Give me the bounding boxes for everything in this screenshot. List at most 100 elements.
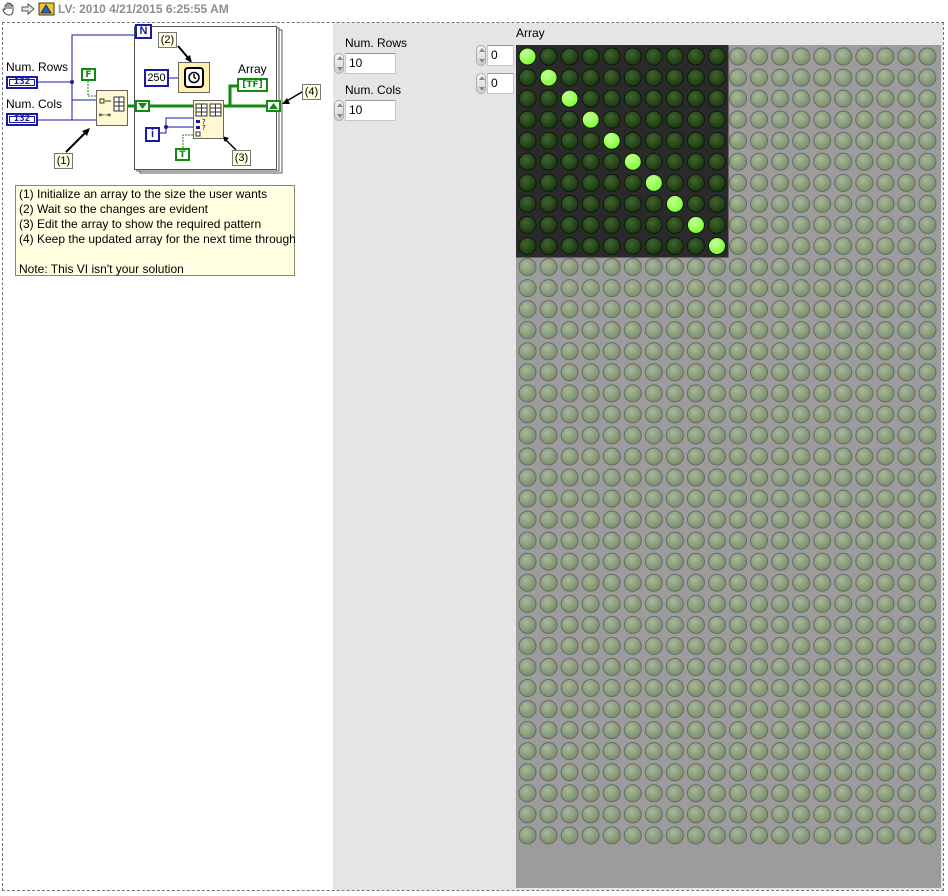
led-disabled[interactable] xyxy=(918,594,937,613)
array-indicator-terminal[interactable]: [TF] xyxy=(237,78,268,92)
led-disabled[interactable] xyxy=(855,279,874,298)
num-rows-terminal[interactable]: I32 xyxy=(6,76,38,89)
led-disabled[interactable] xyxy=(876,784,895,803)
led-disabled[interactable] xyxy=(729,258,748,277)
led-disabled[interactable] xyxy=(897,573,916,592)
led-disabled[interactable] xyxy=(834,47,853,66)
led-disabled[interactable] xyxy=(602,384,621,403)
led-off[interactable] xyxy=(581,68,600,87)
led-disabled[interactable] xyxy=(623,405,642,424)
led-disabled[interactable] xyxy=(518,594,537,613)
led-disabled[interactable] xyxy=(539,384,558,403)
led-off[interactable] xyxy=(560,194,579,213)
led-disabled[interactable] xyxy=(792,342,811,361)
led-off[interactable] xyxy=(707,194,726,213)
led-disabled[interactable] xyxy=(918,784,937,803)
led-disabled[interactable] xyxy=(855,552,874,571)
led-disabled[interactable] xyxy=(813,384,832,403)
led-off[interactable] xyxy=(602,194,621,213)
led-disabled[interactable] xyxy=(876,321,895,340)
led-disabled[interactable] xyxy=(623,657,642,676)
led-off[interactable] xyxy=(623,68,642,87)
led-disabled[interactable] xyxy=(897,468,916,487)
led-disabled[interactable] xyxy=(792,426,811,445)
led-off[interactable] xyxy=(518,152,537,171)
led-disabled[interactable] xyxy=(876,657,895,676)
led-disabled[interactable] xyxy=(771,300,790,319)
led-disabled[interactable] xyxy=(834,173,853,192)
led-disabled[interactable] xyxy=(792,468,811,487)
led-disabled[interactable] xyxy=(581,826,600,845)
led-disabled[interactable] xyxy=(876,426,895,445)
led-disabled[interactable] xyxy=(729,47,748,66)
led-disabled[interactable] xyxy=(707,721,726,740)
led-disabled[interactable] xyxy=(855,531,874,550)
led-off[interactable] xyxy=(602,110,621,129)
led-disabled[interactable] xyxy=(897,131,916,150)
led-disabled[interactable] xyxy=(707,615,726,634)
led-disabled[interactable] xyxy=(792,510,811,529)
led-disabled[interactable] xyxy=(918,152,937,171)
led-disabled[interactable] xyxy=(729,763,748,782)
led-disabled[interactable] xyxy=(560,742,579,761)
led-disabled[interactable] xyxy=(918,679,937,698)
led-disabled[interactable] xyxy=(623,826,642,845)
led-disabled[interactable] xyxy=(876,636,895,655)
led-disabled[interactable] xyxy=(623,468,642,487)
led-disabled[interactable] xyxy=(918,321,937,340)
led-disabled[interactable] xyxy=(707,405,726,424)
led-disabled[interactable] xyxy=(918,700,937,719)
led-disabled[interactable] xyxy=(602,657,621,676)
led-disabled[interactable] xyxy=(750,258,769,277)
led-disabled[interactable] xyxy=(855,742,874,761)
row-index-increment-decrement[interactable] xyxy=(476,45,486,66)
led-disabled[interactable] xyxy=(834,510,853,529)
led-off[interactable] xyxy=(581,236,600,255)
led-disabled[interactable] xyxy=(518,784,537,803)
led-disabled[interactable] xyxy=(897,636,916,655)
led-disabled[interactable] xyxy=(539,510,558,529)
led-disabled[interactable] xyxy=(686,657,705,676)
led-off[interactable] xyxy=(623,236,642,255)
led-disabled[interactable] xyxy=(560,363,579,382)
led-disabled[interactable] xyxy=(560,510,579,529)
led-disabled[interactable] xyxy=(792,721,811,740)
led-disabled[interactable] xyxy=(834,784,853,803)
led-disabled[interactable] xyxy=(539,763,558,782)
led-disabled[interactable] xyxy=(539,826,558,845)
false-constant[interactable]: F xyxy=(81,68,96,81)
led-disabled[interactable] xyxy=(897,110,916,129)
led-disabled[interactable] xyxy=(897,384,916,403)
led-disabled[interactable] xyxy=(707,552,726,571)
led-disabled[interactable] xyxy=(602,468,621,487)
led-disabled[interactable] xyxy=(707,447,726,466)
led-disabled[interactable] xyxy=(855,594,874,613)
led-disabled[interactable] xyxy=(602,426,621,445)
led-disabled[interactable] xyxy=(665,657,684,676)
led-disabled[interactable] xyxy=(729,173,748,192)
led-disabled[interactable] xyxy=(686,636,705,655)
led-disabled[interactable] xyxy=(707,805,726,824)
led-disabled[interactable] xyxy=(644,826,663,845)
led-disabled[interactable] xyxy=(918,826,937,845)
led-disabled[interactable] xyxy=(792,47,811,66)
replace-array-subset-function[interactable]: ? ? xyxy=(193,100,224,139)
led-disabled[interactable] xyxy=(707,700,726,719)
led-disabled[interactable] xyxy=(813,763,832,782)
led-disabled[interactable] xyxy=(771,700,790,719)
led-disabled[interactable] xyxy=(560,805,579,824)
led-disabled[interactable] xyxy=(876,489,895,508)
led-disabled[interactable] xyxy=(539,447,558,466)
led-disabled[interactable] xyxy=(729,742,748,761)
led-disabled[interactable] xyxy=(518,573,537,592)
led-disabled[interactable] xyxy=(539,552,558,571)
led-off[interactable] xyxy=(686,47,705,66)
led-disabled[interactable] xyxy=(771,721,790,740)
led-off[interactable] xyxy=(518,236,537,255)
led-disabled[interactable] xyxy=(813,657,832,676)
led-disabled[interactable] xyxy=(729,468,748,487)
led-off[interactable] xyxy=(602,215,621,234)
led-off[interactable] xyxy=(560,131,579,150)
led-disabled[interactable] xyxy=(855,321,874,340)
led-disabled[interactable] xyxy=(665,763,684,782)
